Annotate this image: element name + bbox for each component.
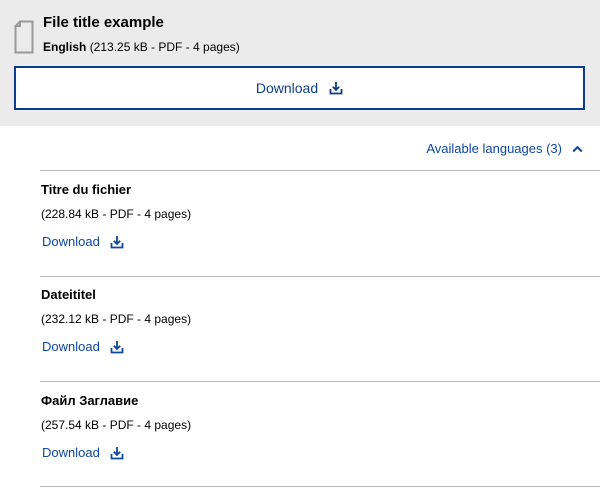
available-languages-label: Available languages (3) [426,141,562,156]
language-item-title: Файл Заглавие [41,393,139,408]
download-link-label: Download [42,234,100,249]
language-item-details: (228.84 kB - PDF - 4 pages) [41,207,192,221]
download-button-label: Download [255,80,319,96]
download-link-label: Download [42,445,100,460]
available-languages-toggle[interactable]: Available languages (3) [426,141,583,156]
download-link-label: Download [42,339,100,354]
file-title: File title example [43,14,164,31]
download-icon [110,340,124,353]
language-item-title: Titre du fichier [41,182,132,197]
download-icon [329,82,343,95]
language-item-de: Dateititel (232.12 kB - PDF - 4 pages) D… [40,287,580,387]
file-details: (213.25 kB - PDF - 4 pages) [89,40,240,54]
file-card: File title example English (213.25 kB - … [0,0,600,126]
language-item-download-link[interactable]: Download [42,445,124,460]
divider [40,170,600,171]
file-language: English [43,40,87,54]
download-button[interactable]: Download [14,66,585,110]
divider [40,276,600,277]
file-icon [14,20,34,54]
language-item-fr: Titre du fichier (228.84 kB - PDF - 4 pa… [40,182,580,282]
language-item-title: Dateititel [41,287,96,302]
language-item-download-link[interactable]: Download [42,234,124,249]
language-item-download-link[interactable]: Download [42,339,124,354]
chevron-up-icon [572,145,583,152]
language-item-bg: Файл Заглавие (257.54 kB - PDF - 4 pages… [40,393,580,493]
language-item-details: (232.12 kB - PDF - 4 pages) [41,312,192,326]
divider [40,381,600,382]
download-icon [110,446,124,459]
divider [40,486,600,487]
language-item-details: (257.54 kB - PDF - 4 pages) [41,418,192,432]
download-icon [110,235,124,248]
file-meta: English (213.25 kB - PDF - 4 pages) [43,40,240,54]
